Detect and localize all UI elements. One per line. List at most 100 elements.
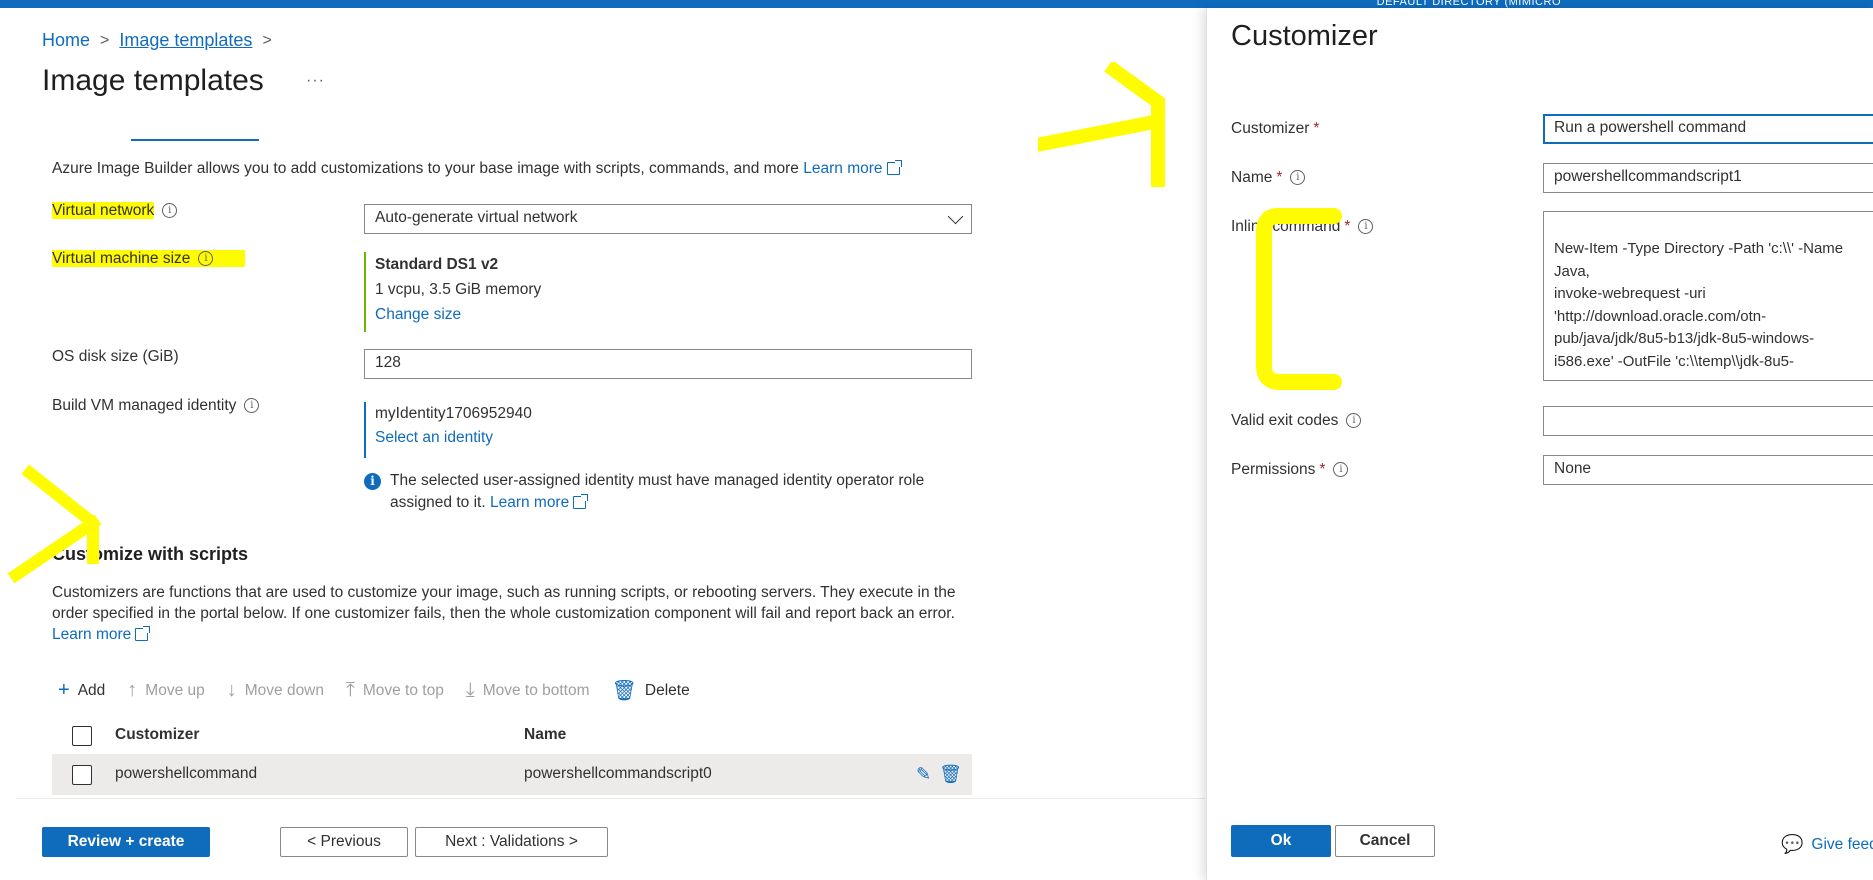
select-all-checkbox[interactable] <box>72 726 92 746</box>
build-identity-summary: myIdentity1706952940 Select an identity <box>364 402 532 458</box>
trash-icon[interactable]: 🗑 <box>939 764 962 785</box>
delete-button[interactable]: 🗑 Delete <box>612 678 690 703</box>
intro-description: Azure Image Builder allows you to add cu… <box>52 160 902 178</box>
table-row[interactable]: powershellcommand powershellcommandscrip… <box>52 755 972 795</box>
identity-value: myIdentity1706952940 <box>375 405 532 422</box>
required-marker: * <box>1276 169 1283 186</box>
name-label-text: Name <box>1231 169 1273 186</box>
permissions-value: None <box>1554 460 1592 477</box>
inline-line: i586.exe' -OutFile 'c:\\temp\\jdk-8u5- <box>1554 352 1794 370</box>
arrow-to-bottom-icon: ⤓ <box>465 679 475 701</box>
page-title: Image templates <box>42 64 264 97</box>
row-actions: ✎ 🗑 <box>916 764 962 785</box>
move-to-top-button[interactable]: ⤒ Move to top <box>346 679 444 702</box>
breadcrumb-separator-icon: > <box>100 31 110 49</box>
required-marker: * <box>1344 218 1351 235</box>
identity-learn-more-link[interactable]: Learn more <box>490 494 569 511</box>
edit-icon[interactable]: ✎ <box>916 764 931 785</box>
virtual-network-label: Virtual network <box>52 202 155 219</box>
plus-icon: + <box>58 679 70 701</box>
vm-size-spec: 1 vcpu, 3.5 GiB memory <box>375 281 542 298</box>
move-up-button[interactable]: ↑ Move up <box>127 679 204 702</box>
ok-button[interactable]: Ok <box>1231 825 1331 857</box>
info-icon[interactable]: i <box>198 251 214 267</box>
customizer-toolbar: + Add ↑ Move up ↓ Move down ⤒ Move to top ⤓ M… <box>58 678 712 703</box>
trash-icon: 🗑 <box>611 680 637 702</box>
inline-line: New-Item -Type Directory -Path 'c:\\' -N… <box>1554 240 1844 257</box>
vm-size-label-text: Virtual machine size <box>52 250 191 267</box>
vm-size-summary: Standard DS1 v2 1 vcpu, 3.5 GiB memory C… <box>364 252 541 332</box>
column-name: Name <box>524 726 567 743</box>
add-button[interactable]: + Add <box>58 679 105 702</box>
move-up-label: Move up <box>145 681 205 699</box>
info-filled-icon: i <box>364 473 381 490</box>
review-create-button[interactable]: Review + create <box>42 827 210 857</box>
more-options-icon[interactable]: ··· <box>306 72 325 90</box>
virtual-network-dropdown[interactable]: Auto-generate virtual network <box>364 204 972 234</box>
change-size-link[interactable]: Change size <box>375 302 541 327</box>
os-disk-input[interactable]: 128 <box>364 349 972 379</box>
scripts-learn-more-link[interactable]: Learn more <box>52 626 131 643</box>
info-icon[interactable]: i <box>162 203 178 219</box>
inline-command-textarea[interactable]: New-Item -Type Directory -Path 'c:\\' -N… <box>1543 211 1873 381</box>
column-customizer: Customizer <box>115 726 200 743</box>
row-customizer: powershellcommand <box>115 765 258 782</box>
permissions-dropdown[interactable]: None <box>1543 455 1873 485</box>
customizer-panel: Customizer Customizer * Run a powershell … <box>1206 8 1873 880</box>
breadcrumb-home[interactable]: Home <box>42 30 90 51</box>
move-to-bottom-button[interactable]: ⤓ Move to bottom <box>466 679 590 702</box>
virtual-network-value: Auto-generate virtual network <box>375 209 578 226</box>
give-feedback-label: Give feedback <box>1811 835 1873 853</box>
identity-note-text: The selected user-assigned identity must… <box>390 472 925 511</box>
exit-codes-label: Valid exit codes i <box>1231 412 1362 430</box>
permissions-label-text: Permissions <box>1231 461 1316 478</box>
intro-text: Azure Image Builder allows you to add cu… <box>52 160 804 177</box>
info-icon[interactable]: i <box>1346 413 1362 429</box>
exit-codes-input[interactable] <box>1543 406 1873 436</box>
annotation-bracket-icon <box>1256 208 1342 390</box>
move-down-button[interactable]: ↓ Move down <box>227 679 324 702</box>
active-tab-indicator <box>131 139 259 141</box>
delete-label: Delete <box>644 681 690 699</box>
move-to-top-label: Move to top <box>362 681 444 699</box>
breadcrumb: Home > Image templates > <box>42 30 272 51</box>
required-marker: * <box>1319 461 1326 478</box>
exit-codes-label-text: Valid exit codes <box>1231 412 1339 429</box>
next-validations-button[interactable]: Next : Validations > <box>415 827 608 857</box>
external-link-icon <box>573 494 589 510</box>
chevron-down-icon <box>947 208 964 225</box>
intro-learn-more-link[interactable]: Learn more <box>803 160 882 177</box>
breadcrumb-separator-icon: > <box>262 31 272 49</box>
move-to-bottom-label: Move to bottom <box>482 681 590 699</box>
name-value: powershellcommandscript1 <box>1554 168 1742 185</box>
info-icon[interactable]: i <box>1358 219 1374 235</box>
scripts-desc-text: Customizers are functions that are used … <box>52 584 956 622</box>
identity-info-note: i The selected user-assigned identity mu… <box>364 470 960 514</box>
annotation-arrow-icon <box>1038 62 1165 187</box>
name-field-label: Name * i <box>1231 169 1306 187</box>
select-identity-link[interactable]: Select an identity <box>375 426 532 450</box>
customizer-value: Run a powershell command <box>1554 119 1747 136</box>
customizer-dropdown[interactable]: Run a powershell command <box>1543 114 1873 144</box>
cancel-button[interactable]: Cancel <box>1335 825 1435 857</box>
customizer-field-label: Customizer * <box>1231 120 1319 138</box>
inline-line: Java, <box>1554 262 1590 280</box>
arrow-down-icon: ↓ <box>226 679 237 701</box>
previous-button[interactable]: < Previous <box>280 827 408 857</box>
info-icon[interactable]: i <box>1333 462 1349 478</box>
move-down-label: Move down <box>244 681 324 699</box>
row-name: powershellcommandscript0 <box>524 765 712 782</box>
row-checkbox[interactable] <box>72 765 92 785</box>
give-feedback-link[interactable]: 💬 Give feedback <box>1781 834 1873 855</box>
name-input[interactable]: powershellcommandscript1 <box>1543 163 1873 193</box>
footer-divider <box>16 798 1205 799</box>
os-disk-value: 128 <box>375 354 401 371</box>
inline-line: 'http://download.oracle.com/otn- <box>1554 307 1767 325</box>
breadcrumb-image-templates[interactable]: Image templates <box>119 30 252 51</box>
info-icon[interactable]: i <box>244 398 260 414</box>
annotation-arrow-icon <box>8 464 102 583</box>
info-icon[interactable]: i <box>1290 170 1306 186</box>
directory-label[interactable]: DEFAULT DIRECTORY (MIMICRO <box>1377 0 1561 8</box>
os-disk-label: OS disk size (GiB) <box>52 348 179 365</box>
scripts-description: Customizers are functions that are used … <box>52 582 972 645</box>
